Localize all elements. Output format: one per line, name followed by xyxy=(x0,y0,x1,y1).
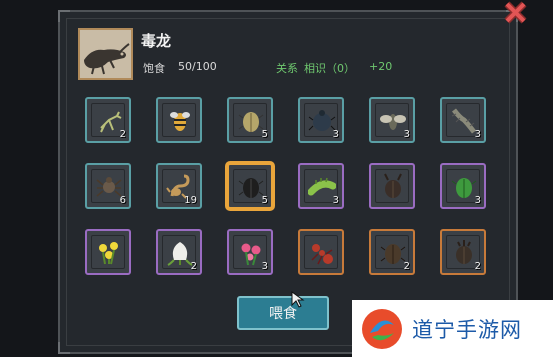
inventory-slot[interactable]: 2 xyxy=(440,229,486,275)
hunger-value: 50/100 xyxy=(178,60,217,73)
item-count: 2 xyxy=(190,261,197,272)
inventory-slot[interactable]: 5 xyxy=(227,163,273,209)
inventory-slot[interactable]: 3 xyxy=(298,163,344,209)
lizard-icon xyxy=(84,43,130,75)
inventory-slot[interactable]: 3 xyxy=(227,229,273,275)
item-count: 3 xyxy=(332,129,339,140)
item-count: 19 xyxy=(184,195,197,206)
item-count: 2 xyxy=(403,261,410,272)
pet-name: 毒龙 xyxy=(141,32,172,50)
inventory-slot[interactable]: 19 xyxy=(156,163,202,209)
inventory-slot[interactable]: 3 xyxy=(440,97,486,143)
inventory-slot[interactable]: 6 xyxy=(85,163,131,209)
relation-label: 关系 xyxy=(276,62,298,75)
frame-corner xyxy=(58,342,70,354)
inventory-slot[interactable]: 5 xyxy=(227,97,273,143)
close-icon xyxy=(504,1,527,24)
pet-avatar xyxy=(78,28,133,80)
relation-bonus: +20 xyxy=(369,60,393,73)
inventory-slot[interactable]: 3 xyxy=(440,163,486,209)
stag-beetle-icon xyxy=(384,173,402,198)
frame-corner xyxy=(58,10,70,22)
inventory-slot[interactable] xyxy=(298,229,344,275)
inventory-slot[interactable] xyxy=(369,163,415,209)
item-count: 5 xyxy=(261,129,268,140)
inventory-slot[interactable]: 2 xyxy=(369,229,415,275)
item-count: 3 xyxy=(403,129,410,140)
inventory-slot[interactable] xyxy=(156,97,202,143)
item-count: 5 xyxy=(261,195,268,206)
item-count: 2 xyxy=(474,261,481,272)
inventory-slot[interactable]: 3 xyxy=(369,97,415,143)
item-count: 2 xyxy=(119,129,126,140)
feed-button[interactable]: 喂食 xyxy=(237,296,329,330)
watermark: 道宁手游网 xyxy=(352,300,553,357)
watermark-text: 道宁手游网 xyxy=(412,317,522,342)
close-button[interactable] xyxy=(500,0,530,26)
item-count: 3 xyxy=(474,195,481,206)
item-count: 3 xyxy=(261,261,268,272)
inventory-slot[interactable]: 2 xyxy=(85,97,131,143)
inventory-slot[interactable] xyxy=(85,229,131,275)
bee-icon xyxy=(170,112,190,131)
item-count: 3 xyxy=(474,129,481,140)
relation-value: 相识（0） xyxy=(304,62,355,75)
red-ant-icon xyxy=(311,244,333,265)
inventory-slot[interactable]: 2 xyxy=(156,229,202,275)
yellow-flower-icon xyxy=(99,242,118,265)
hunger-label: 饱食 xyxy=(143,62,165,75)
cursor-icon xyxy=(291,291,305,308)
watermark-logo-icon xyxy=(362,308,402,349)
item-count: 6 xyxy=(119,195,126,206)
item-count: 3 xyxy=(332,195,339,206)
inventory-slot[interactable]: 3 xyxy=(298,97,344,143)
